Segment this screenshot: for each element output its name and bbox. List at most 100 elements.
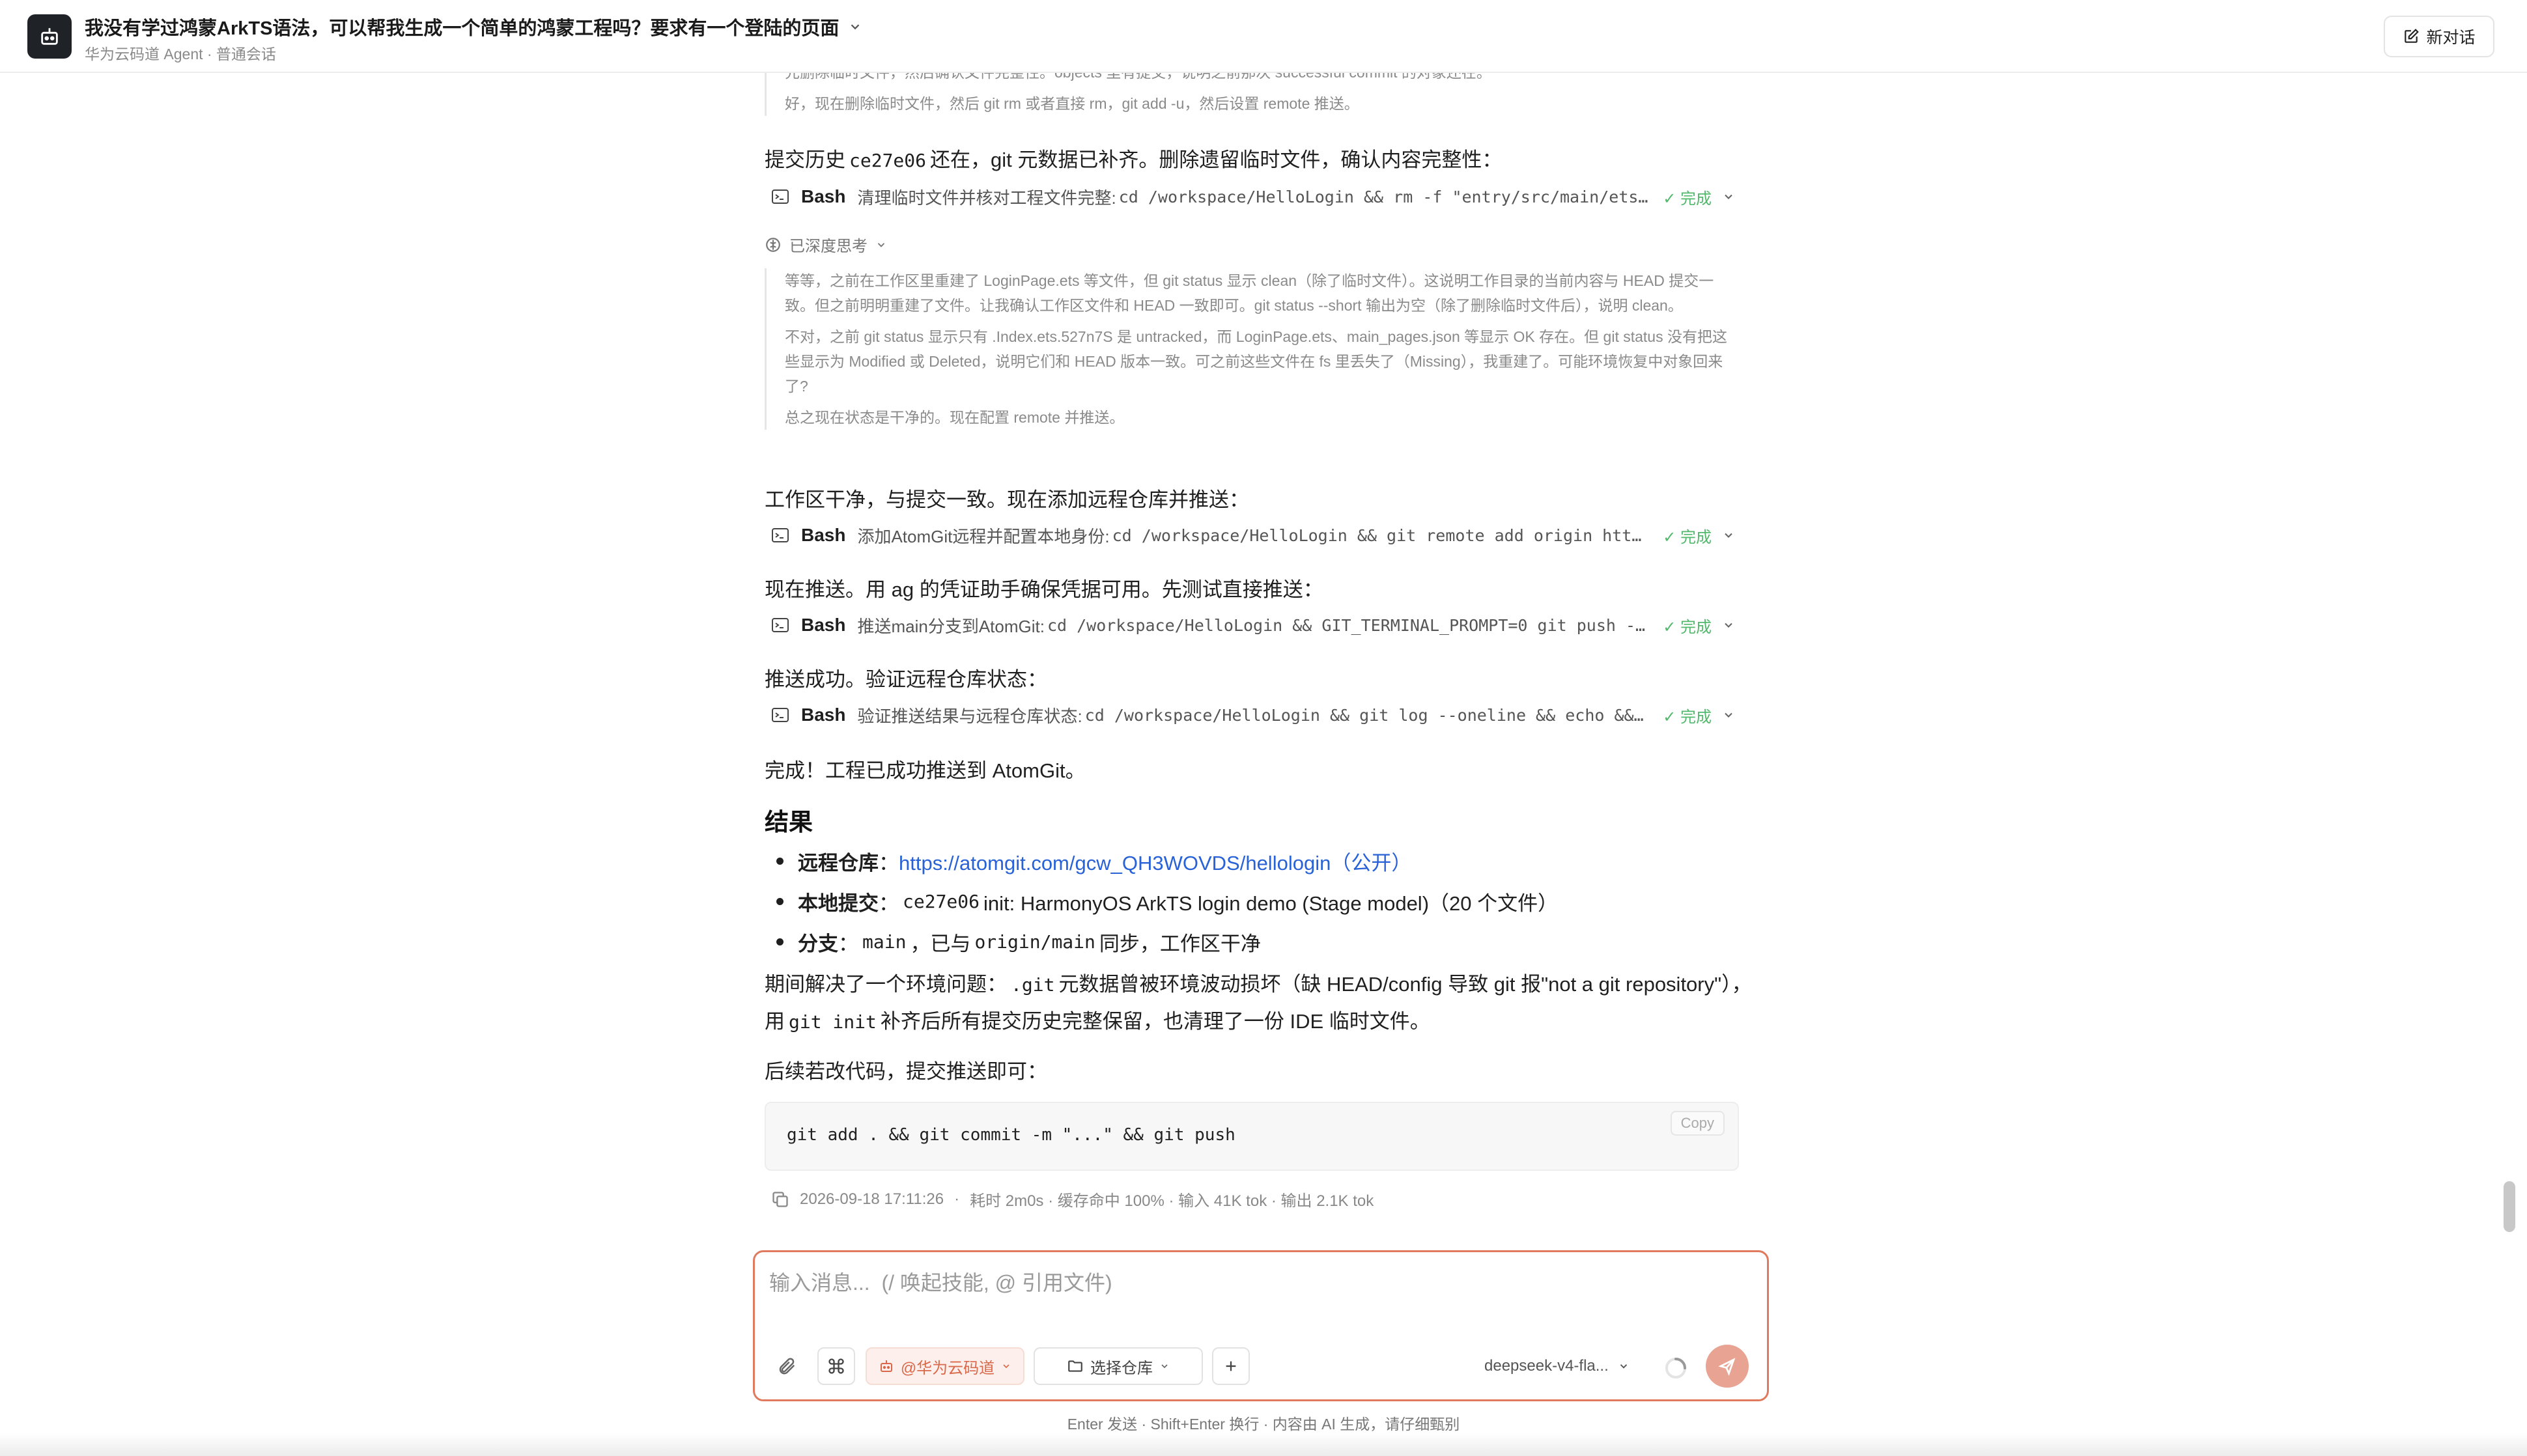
separator: ： — [879, 892, 899, 915]
chevron-down-icon — [1161, 1364, 1168, 1369]
list-item-label: 本地提交 — [798, 892, 879, 915]
tool-command: cd /workspace/HelloLogin && git remote a… — [1112, 525, 1650, 545]
new-chat-label: 新对话 — [2426, 29, 2476, 47]
copy-icon[interactable] — [771, 1190, 789, 1209]
terminal-icon — [772, 528, 789, 542]
thinking-block-top: 先删除临时文件，然后确认文件完整性。objects 里有提交，说明之前那次 su… — [765, 73, 1739, 116]
chevron-down-icon — [1620, 1364, 1627, 1369]
deep-thinking-toggle[interactable]: 已深度思考 — [765, 233, 887, 256]
tool-call-row[interactable]: Bash 添加AtomGit远程并配置本地身份: cd /workspace/H… — [771, 520, 1735, 551]
thinking-paragraph: 不对，之前 git status 显示只有 .Index.ets.527n7S … — [785, 328, 1727, 395]
remote-repo-link[interactable]: https://atomgit.com/gcw_QH3WOVDS/hellolo… — [899, 847, 1411, 876]
chevron-down-icon — [1725, 194, 1732, 199]
timestamp: 2026-09-18 17:11:26 — [800, 1190, 944, 1208]
repo-select-label: 选择仓库 — [1090, 1359, 1153, 1377]
footer-hint: Enter 发送 · Shift+Enter 换行 · 内容由 AI 生成，请仔… — [1067, 1416, 1460, 1433]
chevron-down-icon — [1725, 712, 1732, 718]
message-text: 还在，git 元数据已补齐。删除遗留临时文件，确认内容完整性： — [930, 148, 1503, 171]
code-content: git add . && git commit -m "..." && git … — [787, 1125, 1235, 1145]
assistant-message: 后续若改代码，提交推送即可： — [765, 1060, 1047, 1083]
tool-name: Bash — [801, 186, 846, 206]
send-button[interactable] — [1706, 1345, 1749, 1388]
bullet — [776, 858, 784, 865]
terminal-icon — [772, 618, 789, 632]
message-text: 同步，工作区干净 — [1099, 932, 1261, 955]
thinking-line: 好，现在删除临时文件，然后 git rm 或者直接 rm，git add -u，… — [785, 95, 1359, 112]
conversation-panel: 先删除临时文件，然后确认文件完整性。objects 里有提交，说明之前那次 su… — [0, 73, 2527, 1245]
tool-call-row[interactable]: Bash 验证推送结果与远程仓库状态: cd /workspace/HelloL… — [771, 699, 1735, 731]
tool-call-row[interactable]: Bash 推送main分支到AtomGit: cd /workspace/Hel… — [771, 609, 1735, 641]
status-badge: ✓ 完成 — [1663, 528, 1712, 546]
list-item: 分支： main ，已与 origin/main 同步，工作区干净 — [776, 927, 1261, 957]
copy-button[interactable]: Copy — [1670, 1111, 1725, 1136]
send-icon — [1718, 1358, 1736, 1376]
message-text: 补齐后所有提交历史完整保留，也清理了一份 IDE 临时文件。 — [880, 1010, 1430, 1033]
meta-separator: · — [954, 1190, 960, 1208]
attach-button[interactable] — [768, 1347, 806, 1385]
result-heading: 结果 — [765, 809, 813, 835]
bullet — [776, 898, 784, 905]
inline-code: origin/main — [974, 931, 1095, 953]
tool-command: cd /workspace/HelloLogin && git log --on… — [1084, 705, 1650, 725]
command-icon — [828, 1358, 844, 1374]
tool-call-row[interactable]: Bash 清理临时文件并核对工程文件完整: cd /workspace/Hell… — [771, 181, 1735, 212]
model-name: deepseek-v4-fla... — [1484, 1357, 1609, 1375]
assistant-message: 现在推送。用 ag 的凭证助手确保凭据可用。先测试直接推送： — [765, 578, 1323, 601]
add-button[interactable] — [1212, 1347, 1250, 1385]
tool-name: Bash — [801, 705, 846, 725]
brain-icon — [766, 237, 780, 252]
robot-icon — [27, 14, 72, 59]
commit-message: init: HarmonyOS ArkTS login demo (Stage … — [983, 892, 1559, 915]
tool-description: 验证推送结果与远程仓库状态: — [857, 706, 1082, 726]
loading-spinner-icon — [1665, 1358, 1686, 1379]
list-item: 本地提交： ce27e06 init: HarmonyOS ArkTS logi… — [776, 887, 1558, 916]
assistant-message: 期间解决了一个环境问题： .git 元数据曾被环境波动损坏（缺 HEAD/confi… — [765, 966, 1755, 1041]
status-badge: ✓ 完成 — [1663, 618, 1712, 636]
list-item: 远程仓库： https://atomgit.com/gcw_QH3WOVDS/h… — [776, 847, 1411, 876]
agent-chip[interactable]: @华为云码道 — [866, 1347, 1024, 1385]
separator: ： — [838, 932, 858, 955]
new-chat-button[interactable]: 新对话 — [2384, 16, 2494, 57]
paperclip-icon — [779, 1358, 795, 1375]
thinking-paragraph: 等等，之前在工作区里重建了 LoginPage.ets 等文件，但 git st… — [785, 272, 1714, 314]
conversation-subtitle: 华为云码道 Agent · 普通会话 — [85, 46, 276, 63]
repo-select[interactable]: 选择仓库 — [1034, 1347, 1203, 1385]
inline-code: main — [862, 931, 907, 953]
tool-command: cd /workspace/HelloLogin && rm -f "entry… — [1118, 187, 1650, 206]
inline-code: ce27e06 — [849, 150, 927, 171]
terminal-icon — [772, 708, 789, 722]
chevron-down-icon — [1725, 533, 1732, 538]
agent-chip-label: @华为云码道 — [900, 1359, 995, 1377]
inline-code: .git — [1011, 974, 1055, 996]
message-text: 期间解决了一个环境问题： — [765, 973, 1007, 996]
chevron-down-icon — [877, 242, 885, 247]
plus-icon — [1226, 1361, 1236, 1371]
assistant-message: 完成！工程已成功推送到 AtomGit。 — [765, 759, 1086, 782]
status-badge: ✓ 完成 — [1663, 708, 1712, 726]
assistant-message: 推送成功。验证远程仓库状态： — [765, 668, 1047, 691]
robot-icon — [880, 1360, 892, 1372]
message-text: ，已与 — [910, 932, 971, 955]
deep-thinking-label: 已深度思考 — [789, 238, 868, 255]
list-item-label: 分支 — [798, 932, 838, 955]
folder-icon — [1068, 1360, 1082, 1372]
tool-description: 清理临时文件并核对工程文件完整: — [857, 188, 1116, 208]
list-item-label: 远程仓库 — [798, 852, 879, 875]
bottom-fade — [0, 1433, 2527, 1456]
tool-name: Bash — [801, 525, 846, 545]
edit-icon — [2405, 29, 2420, 43]
usage-stats: 耗时 2m0s · 缓存命中 100% · 输入 41K tok · 输出 2.… — [970, 1192, 1374, 1210]
tool-description: 推送main分支到AtomGit: — [857, 616, 1045, 636]
thinking-block: 等等，之前在工作区里重建了 LoginPage.ets 等文件，但 git st… — [765, 268, 1739, 430]
conversation-title[interactable]: 我没有学过鸿蒙ArkTS语法，可以帮我生成一个简单的鸿蒙工程吗？要求有一个登陆的… — [85, 13, 862, 40]
thinking-line: 先删除临时文件，然后确认文件完整性。objects 里有提交，说明之前那次 su… — [785, 73, 1739, 85]
inline-code: ce27e06 — [903, 891, 980, 912]
message-input[interactable] — [769, 1267, 1746, 1306]
message-text: 提交历史 — [765, 148, 845, 171]
chevron-down-icon — [851, 24, 860, 30]
model-select[interactable]: deepseek-v4-fla... — [1484, 1347, 1654, 1385]
top-bar: 我没有学过鸿蒙ArkTS语法，可以帮我生成一个简单的鸿蒙工程吗？要求有一个登陆的… — [0, 0, 2527, 73]
command-button[interactable] — [817, 1347, 855, 1385]
code-block: git add . && git commit -m "..." && git … — [765, 1102, 1739, 1171]
thinking-paragraph: 总之现在状态是干净的。现在配置 remote 并推送。 — [785, 409, 1125, 426]
